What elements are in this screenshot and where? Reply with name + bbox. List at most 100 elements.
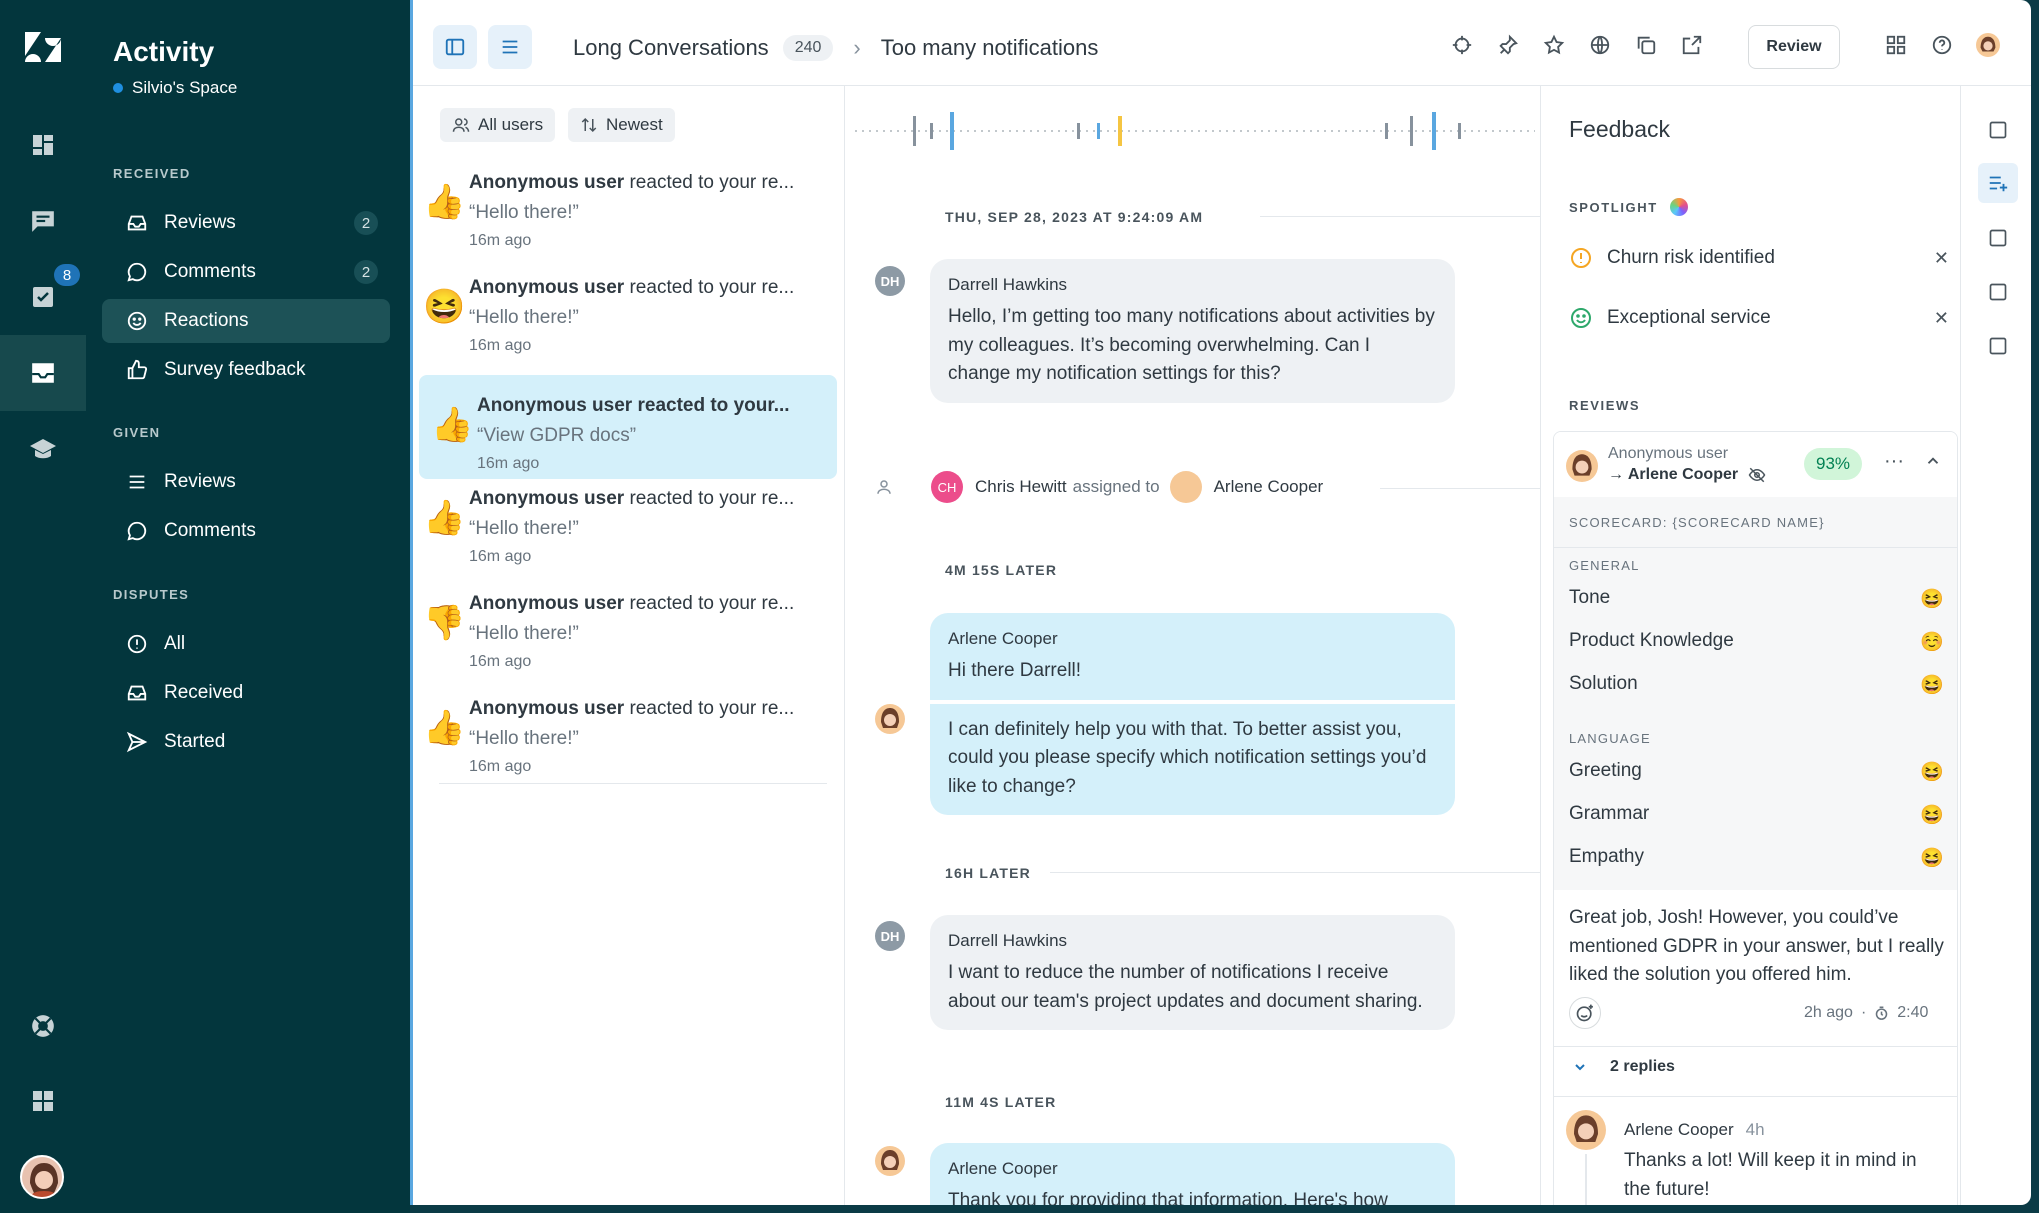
conversations-icon[interactable]: [0, 183, 86, 259]
reviews-count: 2: [354, 211, 378, 235]
globe-icon[interactable]: [1588, 33, 1612, 57]
divider: [1554, 1046, 1957, 1047]
apps-grid-icon[interactable]: [0, 1063, 86, 1139]
nav-disputes-started[interactable]: Started: [102, 720, 390, 764]
nav-item-label: Received: [164, 682, 244, 703]
criterion-label: Empathy: [1569, 846, 1644, 867]
spotlight-exceptional-service[interactable]: Exceptional service ✕: [1569, 303, 1949, 333]
review-comment: Great job, Josh! However, you could’ve m…: [1569, 907, 1944, 985]
all-users-filter[interactable]: All users: [440, 108, 556, 142]
nav-given-comments[interactable]: Comments: [102, 509, 390, 553]
nav-received-comments[interactable]: Comments 2: [102, 250, 390, 294]
toggle-sidebar-button[interactable]: [433, 25, 477, 69]
comments-count: 2: [354, 260, 378, 284]
nav-item-label: Comments: [164, 520, 256, 541]
reaction-quote: “View GDPR docs”: [477, 425, 637, 446]
reaction-item[interactable]: 👍 Anonymous user reacted to your re... “…: [419, 468, 837, 572]
dashboard-icon[interactable]: [0, 107, 86, 183]
nav-received-reactions[interactable]: Reactions: [102, 299, 390, 343]
chevron-up-icon[interactable]: [1924, 452, 1942, 475]
rating-emoji-icon: 😆: [1920, 848, 1944, 869]
reaction-summary: Anonymous user reacted to your re...: [469, 277, 795, 298]
message-text: I want to reduce the number of notificat…: [948, 962, 1423, 1012]
replies-toggle[interactable]: 2 replies: [1572, 1058, 1675, 1076]
reply-author-avatar: [1566, 1110, 1606, 1150]
sidebar-tab-1[interactable]: [1978, 110, 2018, 150]
laughing-emoji-icon: 😆: [423, 288, 466, 326]
nav-received-survey-feedback[interactable]: Survey feedback: [102, 348, 390, 392]
help-icon[interactable]: [1930, 33, 1954, 57]
help-lifebuoy-icon[interactable]: [0, 988, 86, 1064]
review-time: 2h ago: [1804, 1004, 1853, 1021]
eye-off-icon: [1748, 467, 1766, 483]
review-score-badge: 93%: [1804, 448, 1862, 480]
message-author: Arlene Cooper: [948, 1159, 1058, 1178]
scorecard: SCORECARD: {SCORECARD NAME} GENERAL Tone…: [1554, 497, 1957, 890]
activity-inbox-icon[interactable]: [0, 335, 86, 411]
chris-avatar: CH: [931, 471, 963, 503]
spotlight-heading: SPOTLIGHT: [1569, 198, 1688, 216]
target-icon[interactable]: [1450, 33, 1474, 57]
criterion-label: Greeting: [1569, 760, 1642, 781]
conversation-title: Too many notifications: [880, 35, 1099, 60]
review-button[interactable]: Review: [1748, 25, 1840, 69]
nav-disputes-received[interactable]: Received: [102, 671, 390, 715]
reaction-item-selected[interactable]: 👍 Anonymous user reacted to your... “Vie…: [419, 375, 837, 479]
message-text: Hi there Darrell!: [948, 660, 1082, 681]
activity-nav: Activity Silvio's Space RECEIVED Reviews…: [86, 0, 410, 1213]
conversation-timeline[interactable]: [855, 106, 1535, 156]
dismiss-close-icon[interactable]: ✕: [1934, 308, 1949, 329]
user-avatar[interactable]: [20, 1155, 64, 1199]
workspace-switcher[interactable]: Silvio's Space: [113, 78, 237, 98]
reaction-item[interactable]: 👍 Anonymous user reacted to your re... “…: [419, 152, 837, 256]
reviews-heading: REVIEWS: [1569, 398, 1641, 413]
divider: [1050, 872, 1540, 873]
nav-item-label: Reactions: [164, 310, 249, 331]
criterion-empathy: Empathy 😆: [1569, 846, 1944, 870]
rating-emoji-icon: 😆: [1920, 762, 1944, 783]
criterion-tone: Tone 😆: [1569, 587, 1944, 611]
review-card-header[interactable]: Anonymous user → Arlene Cooper 93% ···: [1554, 432, 1957, 497]
reaction-item[interactable]: 👎 Anonymous user reacted to your re... “…: [419, 573, 837, 677]
external-link-icon[interactable]: [1680, 33, 1704, 57]
reaction-item[interactable]: 👍 Anonymous user reacted to your re... “…: [419, 678, 837, 784]
darrell-avatar: DH: [875, 266, 905, 296]
sidebar-tab-feedback[interactable]: [1978, 163, 2018, 203]
nav-item-label: Started: [164, 731, 226, 752]
users-icon: [452, 118, 470, 132]
toggle-list-button[interactable]: [488, 25, 532, 69]
more-options-icon[interactable]: ···: [1884, 450, 1904, 473]
message-text: Hello, I’m getting too many notification…: [948, 306, 1435, 384]
agent-avatar[interactable]: [1976, 33, 2000, 57]
copy-icon[interactable]: [1634, 33, 1658, 57]
add-feedback-icon: [1989, 176, 2008, 192]
learning-icon[interactable]: [0, 411, 86, 487]
nav-item-label: All: [164, 633, 186, 654]
pin-icon[interactable]: [1496, 33, 1520, 57]
sidebar-tab-4[interactable]: [1978, 272, 2018, 312]
rating-emoji-icon: ☺️: [1920, 632, 1944, 653]
general-heading: GENERAL: [1569, 558, 1640, 573]
zendesk-logo[interactable]: [23, 30, 63, 64]
inbox-icon: [127, 215, 147, 231]
thread-line: [1585, 1154, 1587, 1205]
message-author: Darrell Hawkins: [948, 275, 1068, 294]
spotlight-churn-risk[interactable]: Churn risk identified ✕: [1569, 243, 1949, 273]
dismiss-close-icon[interactable]: ✕: [1934, 248, 1949, 269]
breadcrumb-conversation-list[interactable]: Long Conversations: [573, 35, 769, 61]
nav-given-reviews[interactable]: Reviews: [102, 460, 390, 504]
nav-item-label: Comments: [164, 261, 256, 282]
tasks-badge: 8: [54, 264, 80, 286]
sort-filter[interactable]: Newest: [568, 108, 675, 142]
main-panel: Long Conversations 240 › Too many notifi…: [410, 0, 2031, 1205]
customer-message: Darrell Hawkins I want to reduce the num…: [930, 915, 1455, 1030]
sidebar-tab-3[interactable]: [1978, 218, 2018, 258]
nav-disputes-all[interactable]: All: [102, 622, 390, 666]
nav-received-reviews[interactable]: Reviews 2: [102, 201, 390, 245]
separator-dot: ·: [1860, 1004, 1867, 1021]
reaction-item[interactable]: 😆 Anonymous user reacted to your re... “…: [419, 257, 837, 361]
layout-grid-icon[interactable]: [1884, 33, 1908, 57]
sidebar-tab-5[interactable]: [1978, 326, 2018, 366]
star-icon[interactable]: [1542, 33, 1566, 57]
add-reaction-button[interactable]: [1569, 997, 1601, 1029]
